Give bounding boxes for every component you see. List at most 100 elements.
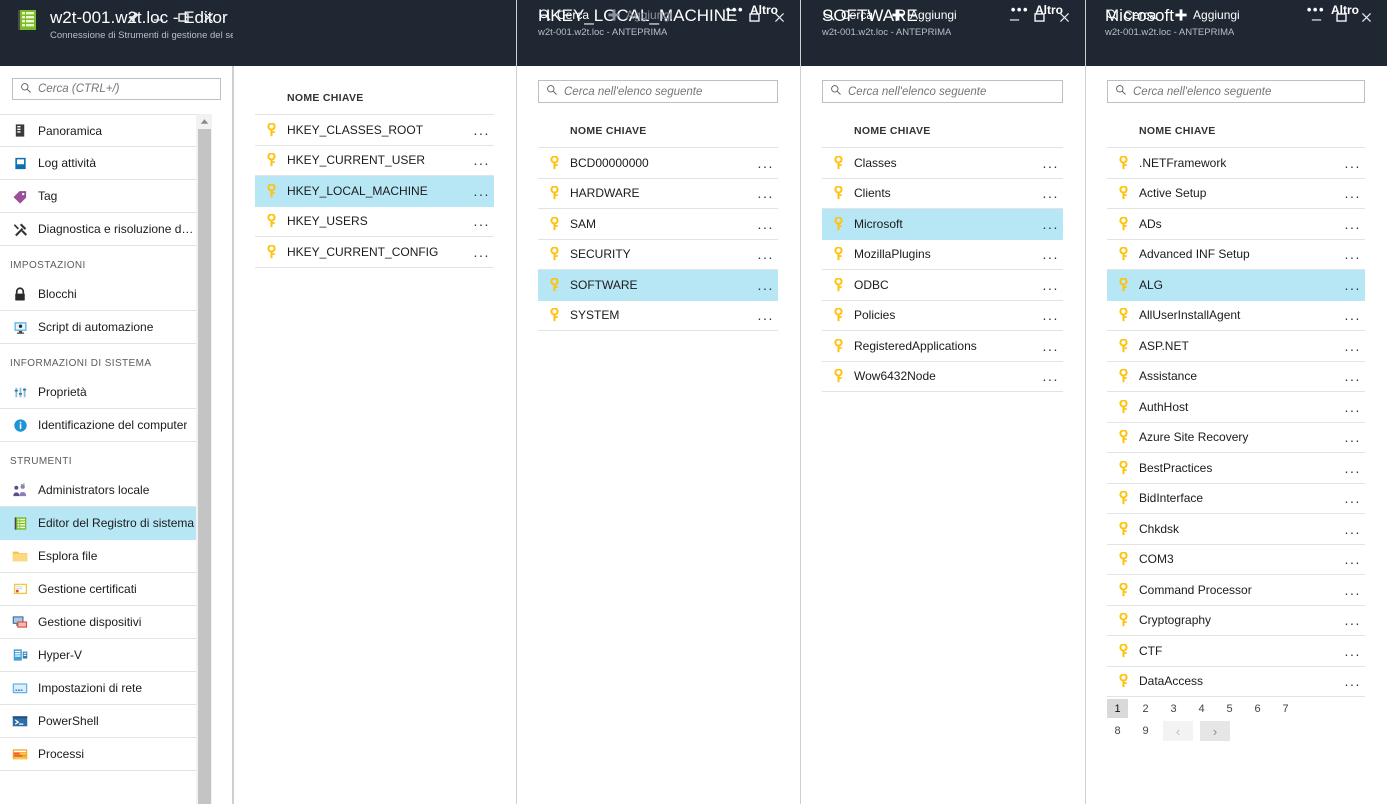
table-row[interactable]: DataAccess... xyxy=(1107,667,1365,697)
sidebar-item-hyper-v[interactable]: Hyper-V xyxy=(0,639,196,672)
sidebar-item-panoramica[interactable]: Panoramica xyxy=(0,114,196,147)
table-row[interactable]: Chkdsk... xyxy=(1107,514,1365,545)
table-row[interactable]: HKEY_CLASSES_ROOT... xyxy=(255,115,494,146)
table-row[interactable]: ODBC... xyxy=(822,270,1063,301)
row-more-button[interactable]: ... xyxy=(1043,339,1063,353)
row-more-button[interactable]: ... xyxy=(758,186,778,200)
row-more-button[interactable]: ... xyxy=(1345,369,1365,383)
search-command[interactable]: Cerca xyxy=(822,8,873,22)
sidebar-item-script-di-automazione[interactable]: Script di automazione xyxy=(0,311,196,344)
row-more-button[interactable]: ... xyxy=(1345,552,1365,566)
row-more-button[interactable]: ... xyxy=(758,278,778,292)
sidebar-item-blocchi[interactable]: Blocchi xyxy=(0,278,196,311)
row-more-button[interactable]: ... xyxy=(1043,217,1063,231)
table-row[interactable]: BCD00000000... xyxy=(538,148,778,179)
row-more-button[interactable]: ... xyxy=(474,184,494,198)
sidebar-item-processi[interactable]: Processi xyxy=(0,738,196,771)
row-more-button[interactable]: ... xyxy=(1345,278,1365,292)
table-row[interactable]: HKEY_LOCAL_MACHINE... xyxy=(255,176,494,207)
table-row[interactable]: ALG... xyxy=(1107,270,1365,301)
row-more-button[interactable]: ... xyxy=(758,247,778,261)
table-row[interactable]: HARDWARE... xyxy=(538,179,778,209)
sidebar-item-administrators-locale[interactable]: Administrators locale xyxy=(0,474,196,507)
table-row[interactable]: HKEY_USERS... xyxy=(255,207,494,237)
scrollbar-thumb[interactable] xyxy=(198,129,211,804)
table-row[interactable]: HKEY_CURRENT_CONFIG... xyxy=(255,237,494,268)
table-row[interactable]: SECURITY... xyxy=(538,240,778,270)
sidebar-item-identificazione-del-computer[interactable]: Identificazione del computer xyxy=(0,409,196,442)
row-more-button[interactable]: ... xyxy=(1043,186,1063,200)
microsoft-search-input[interactable]: Cerca nell'elenco seguente xyxy=(1107,80,1365,103)
sidebar-item-log-attivit[interactable]: Log attività xyxy=(0,147,196,180)
table-row[interactable]: Clients... xyxy=(822,179,1063,209)
hklm-search-input[interactable]: Cerca nell'elenco seguente xyxy=(538,80,778,103)
more-command[interactable]: ••• Altro xyxy=(726,3,778,17)
row-more-button[interactable]: ... xyxy=(1345,186,1365,200)
table-row[interactable]: Advanced INF Setup... xyxy=(1107,240,1365,270)
page-button-6[interactable]: 6 xyxy=(1247,699,1268,718)
row-more-button[interactable]: ... xyxy=(1345,430,1365,444)
prev-page-button[interactable]: ‹ xyxy=(1163,721,1193,741)
page-button-4[interactable]: 4 xyxy=(1191,699,1212,718)
table-row[interactable]: Assistance... xyxy=(1107,362,1365,392)
table-row[interactable]: ASP.NET... xyxy=(1107,331,1365,362)
row-more-button[interactable]: ... xyxy=(1345,339,1365,353)
table-row[interactable]: Active Setup... xyxy=(1107,179,1365,209)
sidebar-item-esplora-file[interactable]: Esplora file xyxy=(0,540,196,573)
search-command[interactable]: Cerca xyxy=(538,8,589,22)
sidebar-item-propriet[interactable]: Proprietà xyxy=(0,376,196,409)
table-row[interactable]: SOFTWARE... xyxy=(538,270,778,301)
table-row[interactable]: SAM... xyxy=(538,209,778,240)
page-button-3[interactable]: 3 xyxy=(1163,699,1184,718)
table-row[interactable]: BidInterface... xyxy=(1107,484,1365,514)
row-more-button[interactable]: ... xyxy=(1043,308,1063,322)
page-button-5[interactable]: 5 xyxy=(1219,699,1240,718)
maximize-icon[interactable] xyxy=(171,6,196,28)
sidebar-search-input[interactable]: Cerca (CTRL+/) xyxy=(12,78,221,100)
table-row[interactable]: AllUserInstallAgent... xyxy=(1107,301,1365,331)
page-button-7[interactable]: 7 xyxy=(1275,699,1296,718)
minimize-icon[interactable] xyxy=(146,6,171,28)
sidebar-item-tag[interactable]: Tag xyxy=(0,180,196,213)
close-icon[interactable] xyxy=(196,6,221,28)
table-row[interactable]: HKEY_CURRENT_USER... xyxy=(255,146,494,176)
row-more-button[interactable]: ... xyxy=(1345,217,1365,231)
table-row[interactable]: .NETFramework... xyxy=(1107,148,1365,179)
row-more-button[interactable]: ... xyxy=(1345,400,1365,414)
row-more-button[interactable]: ... xyxy=(1345,491,1365,505)
sidebar-item-powershell[interactable]: PowerShell xyxy=(0,705,196,738)
table-row[interactable]: SYSTEM... xyxy=(538,301,778,331)
row-more-button[interactable]: ... xyxy=(474,214,494,228)
sidebar-scrollbar[interactable] xyxy=(196,114,212,804)
table-row[interactable]: Command Processor... xyxy=(1107,575,1365,606)
table-row[interactable]: RegisteredApplications... xyxy=(822,331,1063,362)
sidebar-item-editor-del-registro-di-sistema[interactable]: Editor del Registro di sistema xyxy=(0,507,196,540)
row-more-button[interactable]: ... xyxy=(1043,247,1063,261)
search-command[interactable]: Cerca xyxy=(1105,8,1156,22)
table-row[interactable]: AuthHost... xyxy=(1107,392,1365,423)
row-more-button[interactable]: ... xyxy=(1345,613,1365,627)
page-button-8[interactable]: 8 xyxy=(1107,721,1128,740)
table-row[interactable]: Azure Site Recovery... xyxy=(1107,423,1365,453)
row-more-button[interactable]: ... xyxy=(474,123,494,137)
table-row[interactable]: COM3... xyxy=(1107,545,1365,575)
add-command[interactable]: Aggiungi xyxy=(1174,8,1240,22)
pin-icon[interactable] xyxy=(121,6,146,28)
row-more-button[interactable]: ... xyxy=(1345,644,1365,658)
row-more-button[interactable]: ... xyxy=(1043,156,1063,170)
sidebar-item-diagnostica-e-risoluzione-dei[interactable]: Diagnostica e risoluzione dei... xyxy=(0,213,196,246)
row-more-button[interactable]: ... xyxy=(474,245,494,259)
sidebar-item-gestione-dispositivi[interactable]: Gestione dispositivi xyxy=(0,606,196,639)
table-row[interactable]: BestPractices... xyxy=(1107,453,1365,484)
table-row[interactable]: Cryptography... xyxy=(1107,606,1365,636)
next-page-button[interactable]: › xyxy=(1200,721,1230,741)
page-button-9[interactable]: 9 xyxy=(1135,721,1156,740)
row-more-button[interactable]: ... xyxy=(1345,583,1365,597)
page-button-2[interactable]: 2 xyxy=(1135,699,1156,718)
more-command[interactable]: ••• Altro xyxy=(1011,3,1063,17)
page-button-1[interactable]: 1 xyxy=(1107,699,1128,718)
row-more-button[interactable]: ... xyxy=(758,308,778,322)
row-more-button[interactable]: ... xyxy=(758,156,778,170)
row-more-button[interactable]: ... xyxy=(1345,156,1365,170)
row-more-button[interactable]: ... xyxy=(1043,278,1063,292)
